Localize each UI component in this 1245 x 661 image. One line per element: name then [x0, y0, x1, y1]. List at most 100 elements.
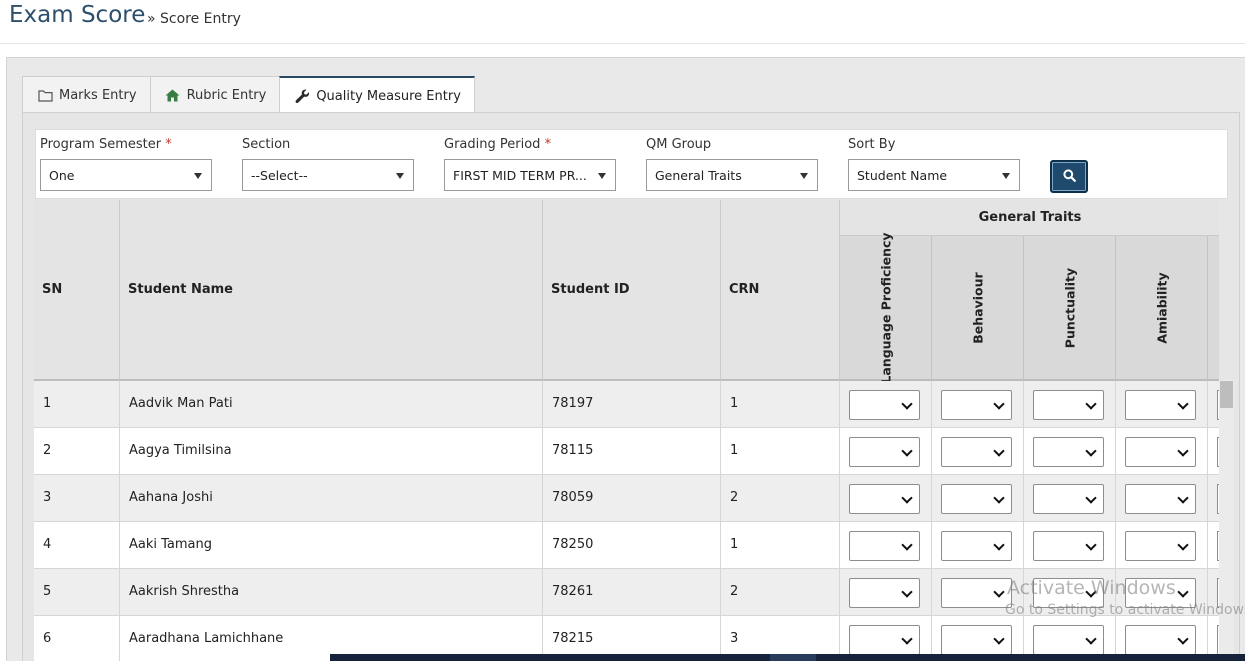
crn-cell: 1: [721, 381, 840, 427]
taskbar-item[interactable]: [770, 654, 816, 661]
trait-score-select[interactable]: [1033, 625, 1104, 655]
trait-score-select[interactable]: [1033, 531, 1104, 561]
tab-label: Quality Measure Entry: [316, 88, 461, 104]
student-id-cell: 78059: [543, 475, 721, 521]
chevron-down-icon: [1177, 633, 1189, 645]
sort-by-select[interactable]: Student Name: [848, 159, 1020, 191]
tab-quality-measure-entry[interactable]: Quality Measure Entry: [279, 76, 475, 114]
column-group-header: General Traits: [840, 200, 1219, 236]
tab-label: Rubric Entry: [186, 87, 267, 103]
chevron-down-icon: [993, 539, 1005, 551]
activation-watermark: Activate Windows: [1007, 577, 1176, 599]
student-id-cell: 78261: [543, 569, 721, 615]
trait-score-select[interactable]: [849, 484, 920, 514]
trait-score-select[interactable]: [1125, 531, 1196, 561]
chevron-down-icon: [993, 586, 1005, 598]
chevron-down-icon: [993, 492, 1005, 504]
tab-marks-entry[interactable]: Marks Entry: [22, 76, 151, 113]
trait-header: Amiability: [1116, 236, 1208, 381]
column-header-student-name: Student Name: [120, 200, 543, 381]
trait-score-select[interactable]: [849, 578, 920, 608]
chevron-down-icon: [1085, 633, 1097, 645]
program-semester-label: Program Semester *: [40, 137, 172, 152]
tab-bar: Marks Entry Rubric Entry Quality Measure…: [22, 76, 475, 114]
trait-score-select[interactable]: [941, 625, 1012, 655]
grading-period-select[interactable]: FIRST MID TERM PR...: [444, 159, 616, 191]
chevron-down-icon: [1177, 398, 1189, 410]
trait-score-select[interactable]: [941, 531, 1012, 561]
caret-down-icon: [396, 173, 404, 179]
trait-header: Behaviour: [932, 236, 1024, 381]
chevron-down-icon: [1177, 492, 1189, 504]
student-name-cell: Aagya Timilsina: [120, 428, 543, 474]
activation-watermark-subtext: Go to Settings to activate Windows.: [1005, 602, 1245, 618]
chevron-down-icon: [993, 398, 1005, 410]
trait-score-select[interactable]: [1033, 484, 1104, 514]
chevron-down-icon: [901, 539, 913, 551]
chevron-down-icon: [901, 398, 913, 410]
sn-cell: 2: [34, 428, 120, 474]
student-id-cell: 78197: [543, 381, 721, 427]
chevron-down-icon: [901, 492, 913, 504]
student-name-cell: Aadvik Man Pati: [120, 381, 543, 427]
caret-down-icon: [800, 173, 808, 179]
grading-period-label: Grading Period *: [444, 137, 552, 152]
trait-score-select[interactable]: [941, 578, 1012, 608]
filter-bar: Program Semester * One Section --Select-…: [35, 129, 1228, 199]
trait-score-select[interactable]: [941, 390, 1012, 420]
table-scrollbar[interactable]: [1219, 380, 1234, 661]
trait-score-select[interactable]: [849, 625, 920, 655]
qm-group-label: QM Group: [646, 137, 712, 152]
chevron-down-icon: [1085, 398, 1097, 410]
trait-score-select[interactable]: [1125, 390, 1196, 420]
table-row: 1 Aadvik Man Pati 78197 1: [34, 381, 1219, 428]
trait-score-select[interactable]: [1125, 484, 1196, 514]
qm-group-select[interactable]: General Traits: [646, 159, 818, 191]
table-row: 2 Aagya Timilsina 78115 1: [34, 428, 1219, 475]
student-name-cell: Aakrish Shrestha: [120, 569, 543, 615]
scrollbar-thumb[interactable]: [1220, 381, 1233, 408]
chevron-down-icon: [901, 445, 913, 457]
section-label: Section: [242, 137, 291, 152]
chevron-down-icon: [1177, 445, 1189, 457]
breadcrumb[interactable]: » Score Entry: [147, 11, 241, 27]
trait-header: Language Proficiency: [840, 232, 932, 383]
page-title: Exam Score: [9, 2, 146, 28]
sn-cell: 1: [34, 381, 120, 427]
trait-score-select[interactable]: [1125, 437, 1196, 467]
search-icon: [1062, 167, 1076, 186]
trait-score-select[interactable]: [849, 390, 920, 420]
tab-label: Marks Entry: [59, 87, 137, 103]
caret-down-icon: [1002, 173, 1010, 179]
home-icon: [165, 88, 181, 102]
student-id-cell: 78250: [543, 522, 721, 568]
chevron-down-icon: [1085, 445, 1097, 457]
page-header: Exam Score » Score Entry: [0, 0, 1245, 44]
student-name-cell: Aahana Joshi: [120, 475, 543, 521]
trait-score-select[interactable]: [1033, 390, 1104, 420]
crn-cell: 2: [721, 569, 840, 615]
chevron-down-icon: [1085, 539, 1097, 551]
program-semester-select[interactable]: One: [40, 159, 212, 191]
sn-cell: 3: [34, 475, 120, 521]
section-select[interactable]: --Select--: [242, 159, 414, 191]
sort-by-label: Sort By: [848, 137, 896, 152]
trait-score-select[interactable]: [941, 484, 1012, 514]
trait-score-select[interactable]: [1125, 625, 1196, 655]
chevron-down-icon: [1177, 586, 1189, 598]
sn-cell: 4: [34, 522, 120, 568]
chevron-down-icon: [901, 586, 913, 598]
trait-header: [1208, 236, 1219, 381]
search-button[interactable]: [1050, 160, 1088, 193]
column-header-sn: SN: [34, 200, 120, 381]
tab-rubric-entry[interactable]: Rubric Entry: [149, 76, 281, 113]
table-row: 4 Aaki Tamang 78250 1: [34, 522, 1219, 569]
caret-down-icon: [194, 173, 202, 179]
trait-score-select[interactable]: [849, 531, 920, 561]
student-id-cell: 78115: [543, 428, 721, 474]
trait-score-select[interactable]: [941, 437, 1012, 467]
crn-cell: 1: [721, 522, 840, 568]
trait-score-select[interactable]: [1033, 437, 1104, 467]
trait-score-select[interactable]: [849, 437, 920, 467]
wrench-icon: [294, 89, 310, 103]
